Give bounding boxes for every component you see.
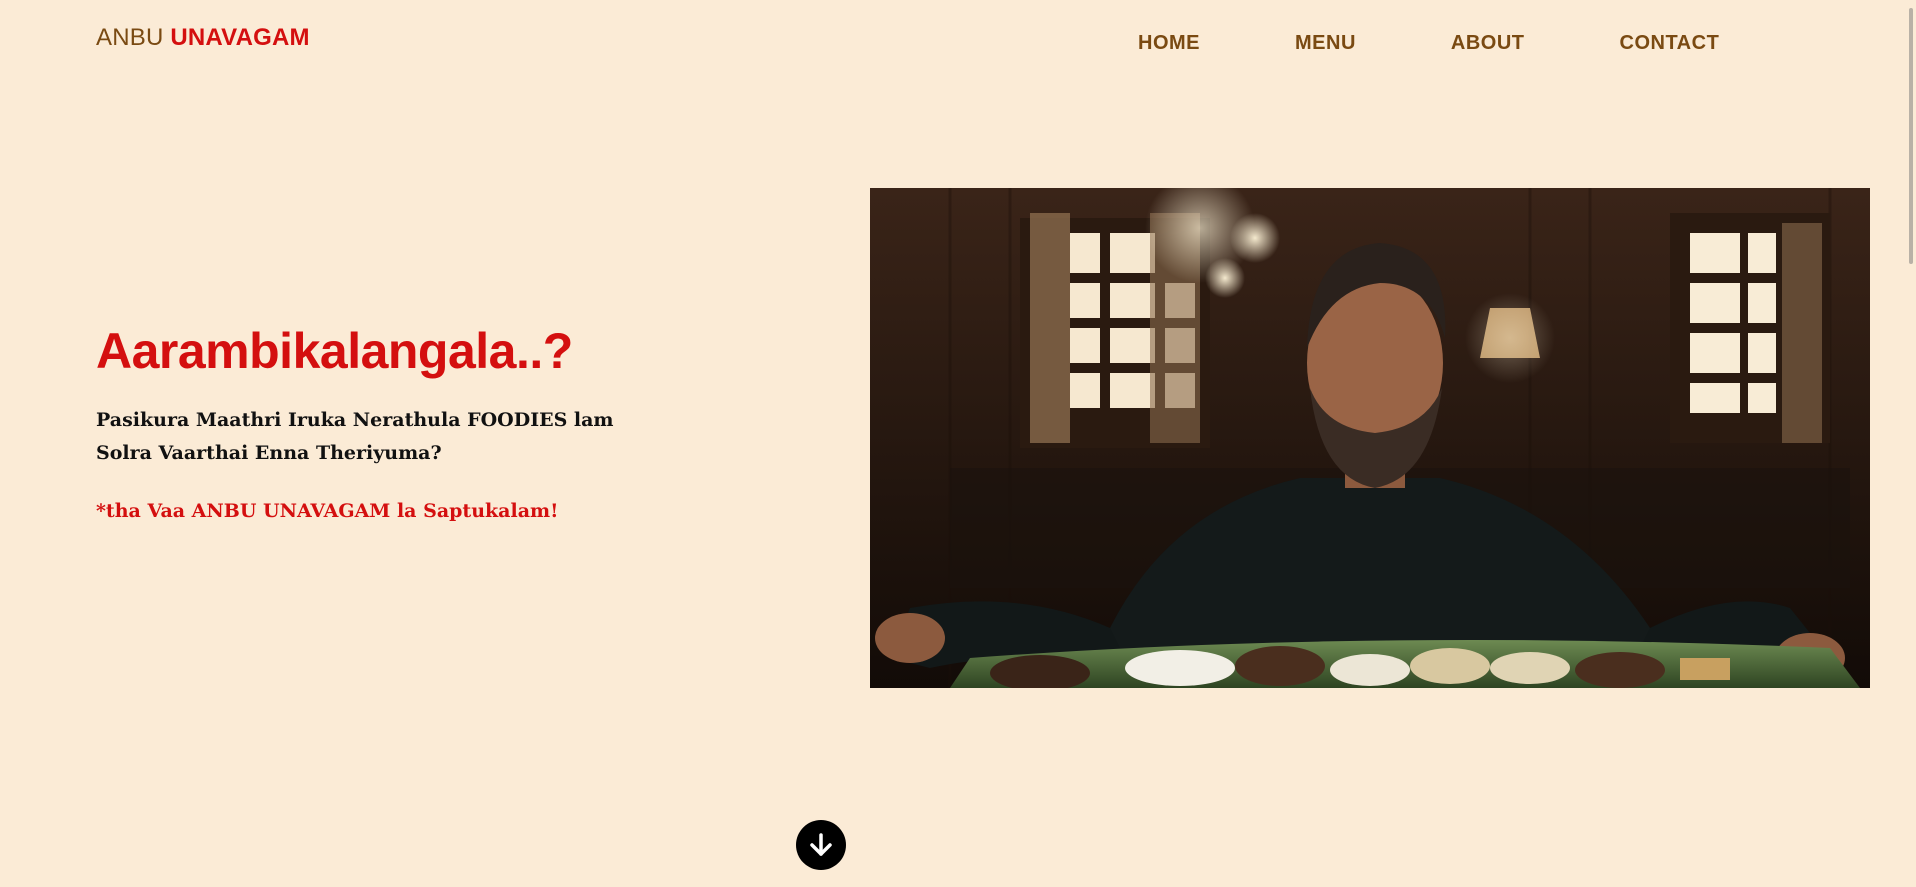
hero-subtitle: Pasikura Maathri Iruka Nerathula FOODIES…: [96, 404, 636, 470]
landing-page: ANBU UNAVAGAM HOME MENU ABOUT CONTACT Aa…: [0, 0, 1916, 887]
nav-contact-link[interactable]: CONTACT: [1620, 32, 1720, 55]
hero-cta-text: *tha Vaa ANBU UNAVAGAM la Saptukalam!: [96, 500, 559, 522]
hero-subtitle-line1: Pasikura Maathri Iruka Nerathula FOODIES…: [96, 409, 614, 431]
scroll-down-button[interactable]: [796, 820, 846, 870]
arrow-down-icon: [810, 833, 832, 856]
nav-menu-link[interactable]: MENU: [1295, 32, 1356, 55]
scrollbar-thumb[interactable]: [1909, 8, 1913, 264]
nav-home-link[interactable]: HOME: [1138, 32, 1200, 55]
main-nav: HOME MENU ABOUT CONTACT: [1138, 32, 1719, 55]
nav-about-link[interactable]: ABOUT: [1451, 32, 1525, 55]
site-logo[interactable]: ANBU UNAVAGAM: [96, 24, 310, 52]
page-scrollbar[interactable]: [1902, 0, 1916, 887]
hero-image: [870, 188, 1870, 688]
logo-text-light: ANBU: [96, 24, 164, 51]
hero-photo-illustration: [870, 188, 1870, 688]
hero-title: Aarambikalangala..?: [96, 323, 573, 379]
hero-subtitle-line2: Solra Vaarthai Enna Theriyuma?: [96, 442, 442, 464]
logo-text-strong: UNAVAGAM: [170, 24, 310, 51]
